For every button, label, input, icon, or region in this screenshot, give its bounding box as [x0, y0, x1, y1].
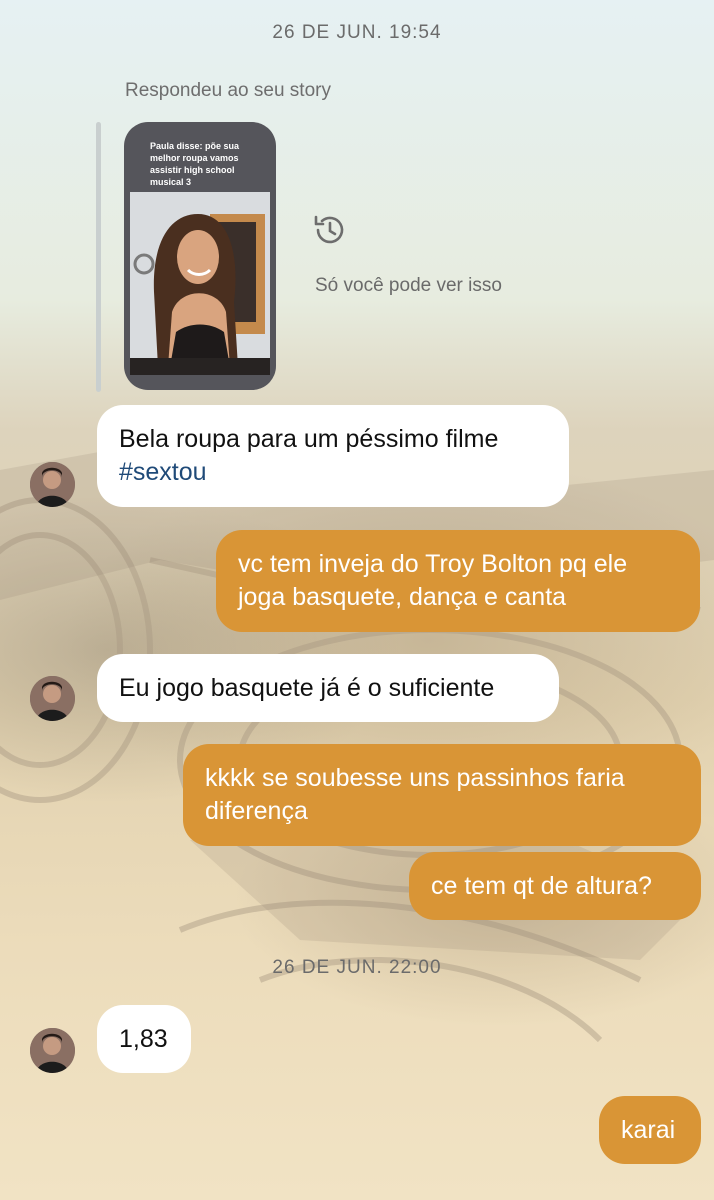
timestamp: 26 DE JUN. 19:54	[272, 22, 442, 43]
visibility-note: Só você pode ver isso	[315, 275, 502, 296]
message-text: vc tem inveja do Troy Bolton pq ele joga…	[238, 550, 628, 611]
avatar[interactable]	[30, 462, 75, 507]
message-text: Eu jogo basquete já é o suficiente	[119, 674, 495, 702]
avatar[interactable]	[30, 1028, 75, 1073]
message-bubble-outgoing[interactable]: karai	[599, 1096, 701, 1164]
message-bubble-incoming[interactable]: Eu jogo basquete já é o suficiente	[97, 654, 559, 722]
hashtag-link[interactable]: #sextou	[119, 458, 207, 486]
message-bubble-incoming[interactable]: Bela roupa para um péssimo filme #sextou	[97, 405, 569, 507]
message-text: Bela roupa para um péssimo filme	[119, 425, 499, 453]
history-icon	[314, 215, 344, 244]
reply-indicator-bar	[96, 122, 101, 392]
message-text: ce tem qt de altura?	[431, 872, 652, 900]
message-text: 1,83	[119, 1025, 168, 1053]
message-bubble-outgoing[interactable]: vc tem inveja do Troy Bolton pq ele joga…	[216, 530, 700, 632]
message-text: kkkk se soubesse uns passinhos faria dif…	[205, 764, 625, 825]
message-bubble-incoming[interactable]: 1,83	[97, 1005, 191, 1073]
story-thumbnail[interactable]: Paula disse: põe sua melhor roupa vamos …	[124, 122, 276, 390]
avatar[interactable]	[30, 676, 75, 721]
message-text: karai	[621, 1116, 676, 1144]
story-photo	[130, 192, 270, 375]
message-bubble-outgoing[interactable]: kkkk se soubesse uns passinhos faria dif…	[183, 744, 701, 846]
story-caption: Paula disse: põe sua melhor roupa vamos …	[150, 141, 240, 187]
message-bubble-outgoing[interactable]: ce tem qt de altura?	[409, 852, 701, 920]
story-reply-label: Respondeu ao seu story	[125, 80, 331, 101]
timestamp: 26 DE JUN. 22:00	[272, 957, 442, 978]
